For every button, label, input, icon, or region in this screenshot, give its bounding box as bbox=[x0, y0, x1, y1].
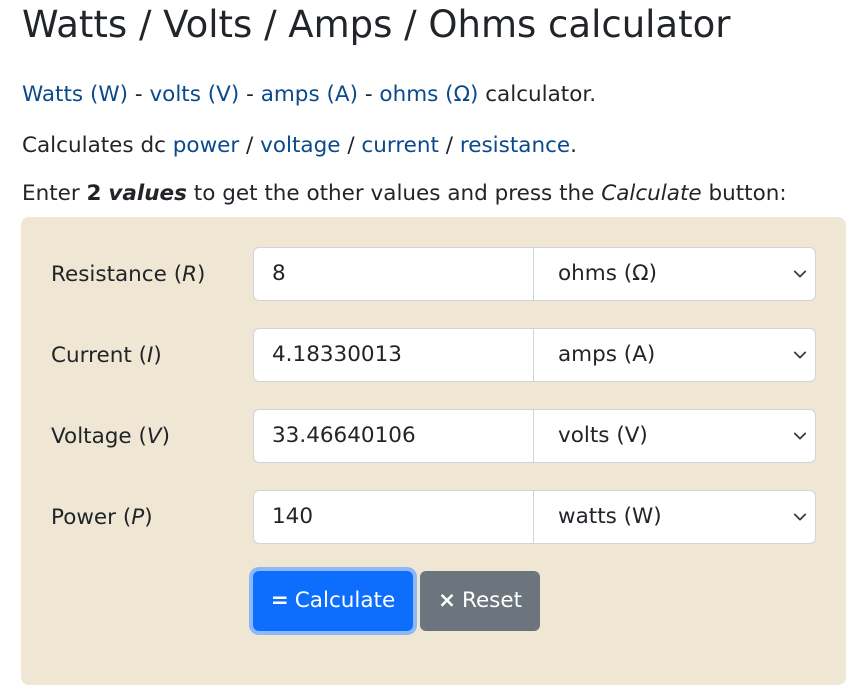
voltage-row: Voltage (V) 33.46640106 volts (V) bbox=[21, 409, 846, 465]
reset-label: Reset bbox=[461, 588, 523, 613]
link-amps[interactable]: amps (A) bbox=[261, 82, 358, 107]
current-unit-select[interactable]: amps (A) bbox=[534, 328, 816, 382]
instruction-calculate: Calculate bbox=[601, 181, 702, 206]
voltage-label: Voltage (V) bbox=[51, 424, 170, 449]
description-sep-3: / bbox=[438, 133, 460, 158]
link-power[interactable]: power bbox=[173, 133, 239, 158]
link-voltage[interactable]: voltage bbox=[260, 133, 340, 158]
intro-suffix: calculator. bbox=[478, 82, 597, 107]
intro-sep-3: - bbox=[357, 82, 380, 107]
intro-line: Watts (W) - volts (V) - amps (A) - ohms … bbox=[22, 81, 596, 109]
reset-button[interactable]: × Reset bbox=[420, 571, 540, 631]
calculator-form: Resistance (R) 8 ohms (Ω) Current (I) 4.… bbox=[21, 217, 846, 685]
resistance-input[interactable]: 8 bbox=[253, 247, 534, 301]
current-unit-value: amps (A) bbox=[558, 342, 656, 367]
description-line: Calculates dc power / voltage / current … bbox=[22, 132, 577, 160]
page-title: Watts / Volts / Amps / Ohms calculator bbox=[22, 3, 731, 46]
equals-icon: = bbox=[270, 588, 289, 613]
current-input[interactable]: 4.18330013 bbox=[253, 328, 534, 382]
voltage-input[interactable]: 33.46640106 bbox=[253, 409, 534, 463]
instruction-suffix: button: bbox=[701, 181, 787, 206]
power-row: Power (P) 140 watts (W) bbox=[21, 490, 846, 546]
resistance-row: Resistance (R) 8 ohms (Ω) bbox=[21, 247, 846, 303]
power-unit-value: watts (W) bbox=[558, 504, 662, 529]
resistance-unit-value: ohms (Ω) bbox=[558, 261, 657, 286]
page: Watts / Volts / Amps / Ohms calculator W… bbox=[0, 0, 865, 700]
description-suffix: . bbox=[570, 133, 577, 158]
chevron-down-icon bbox=[793, 513, 807, 521]
chevron-down-icon bbox=[793, 270, 807, 278]
link-volts[interactable]: volts (V) bbox=[149, 82, 239, 107]
link-watts[interactable]: Watts (W) bbox=[22, 82, 128, 107]
link-current[interactable]: current bbox=[361, 133, 439, 158]
close-icon: × bbox=[437, 588, 456, 613]
voltage-unit-value: volts (V) bbox=[558, 423, 648, 448]
chevron-down-icon bbox=[793, 432, 807, 440]
resistance-label: Resistance (R) bbox=[51, 262, 206, 287]
chevron-down-icon bbox=[793, 351, 807, 359]
instruction-middle: to get the other values and press the bbox=[186, 181, 602, 206]
intro-sep-1: - bbox=[128, 82, 150, 107]
instruction-values: values bbox=[108, 181, 187, 206]
instruction-prefix: Enter bbox=[22, 181, 87, 206]
link-ohms[interactable]: ohms (Ω) bbox=[379, 82, 478, 107]
power-unit-select[interactable]: watts (W) bbox=[534, 490, 816, 544]
description-sep-1: / bbox=[239, 133, 261, 158]
resistance-unit-select[interactable]: ohms (Ω) bbox=[534, 247, 816, 301]
calculate-button[interactable]: = Calculate bbox=[253, 571, 413, 631]
calculate-label: Calculate bbox=[294, 588, 396, 613]
current-label: Current (I) bbox=[51, 343, 162, 368]
instruction-count: 2 bbox=[86, 181, 102, 206]
description-prefix: Calculates dc bbox=[22, 133, 173, 158]
voltage-unit-select[interactable]: volts (V) bbox=[534, 409, 816, 463]
intro-sep-2: - bbox=[239, 82, 261, 107]
instruction-line: Enter 2 values to get the other values a… bbox=[22, 180, 787, 208]
power-label: Power (P) bbox=[51, 505, 153, 530]
link-resistance[interactable]: resistance bbox=[460, 133, 570, 158]
current-row: Current (I) 4.18330013 amps (A) bbox=[21, 328, 846, 384]
power-input[interactable]: 140 bbox=[253, 490, 534, 544]
description-sep-2: / bbox=[340, 133, 362, 158]
